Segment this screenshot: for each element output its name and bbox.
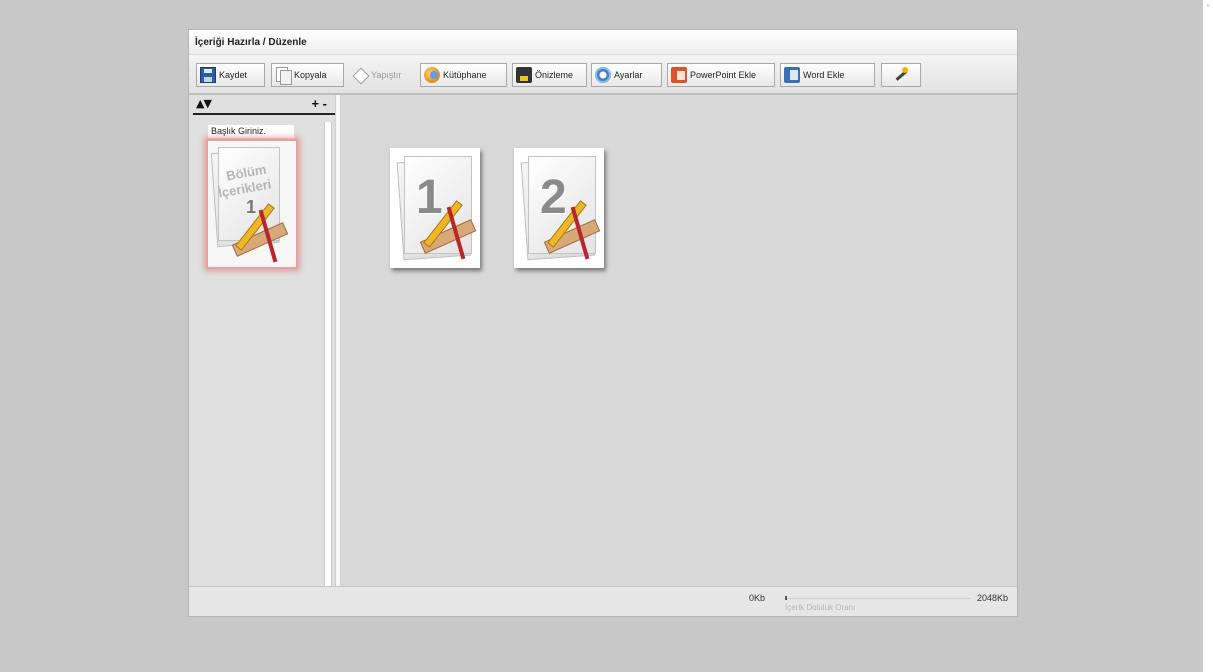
add-remove-section-buttons[interactable]: + - [311, 96, 327, 111]
page-scroll-strip [1203, 0, 1213, 672]
paste-button[interactable]: Yapıştır [349, 63, 417, 87]
wizard-button[interactable] [881, 63, 921, 87]
phone-preview-icon [516, 67, 532, 83]
capacity-progress-fill [785, 596, 787, 600]
sections-scrollbar[interactable] [324, 122, 332, 586]
sections-panel: ▲▼ + - Başlık Giriniz. Bölüm İçerikleri … [189, 95, 341, 586]
title-bar: İçeriği Hazırla / Düzenle [189, 30, 1017, 55]
preview-button[interactable]: Önizleme [512, 63, 587, 87]
add-word-button[interactable]: Word Ekle [780, 63, 875, 87]
library-button[interactable]: Kütüphane [420, 63, 507, 87]
library-button-label: Kütüphane [443, 70, 487, 80]
preview-button-label: Önizleme [535, 70, 574, 80]
floppy-disk-icon [200, 67, 216, 83]
copy-button-label: Kopyala [294, 70, 327, 80]
scroll-up-marker[interactable]: ˄ [1206, 4, 1210, 13]
copy-pages-icon [275, 67, 292, 85]
sections-panel-header: ▲▼ + - [193, 96, 335, 115]
pages-area: 1 2 [341, 95, 1017, 586]
section-item[interactable]: Başlık Giriniz. Bölüm İçerikleri 1 [206, 125, 302, 273]
add-powerpoint-button[interactable]: PowerPoint Ekle [667, 63, 775, 87]
settings-button-label: Ayarlar [614, 70, 643, 80]
page-thumbnail-1[interactable]: 1 [390, 148, 480, 268]
section-title[interactable]: Başlık Giriniz. [208, 125, 294, 138]
capacity-progress-bar [785, 596, 971, 600]
status-bar: 0Kb 2048Kb İçerik Doluluk Oranı [189, 586, 1017, 616]
save-button-label: Kaydet [219, 70, 248, 80]
paste-diamond-icon [352, 67, 368, 83]
powerpoint-icon [671, 67, 687, 83]
save-button[interactable]: Kaydet [196, 63, 265, 87]
capacity-min-label: 0Kb [749, 593, 766, 603]
magic-wand-icon [893, 67, 909, 83]
paste-button-label: Yapıştır [371, 70, 402, 80]
sections-scrollbar-outer[interactable] [335, 95, 340, 586]
design-tools-icon [416, 200, 477, 264]
page-thumbnail-2[interactable]: 2 [514, 148, 604, 268]
gear-icon [595, 67, 611, 83]
library-icon [424, 67, 440, 83]
content-editor-window: İçeriği Hazırla / Düzenle Kaydet Kopyala… [188, 29, 1018, 617]
add-powerpoint-button-label: PowerPoint Ekle [690, 70, 757, 80]
add-word-button-label: Word Ekle [803, 70, 845, 80]
window-title: İçeriği Hazırla / Düzenle [195, 37, 307, 48]
copy-button[interactable]: Kopyala [271, 63, 344, 87]
capacity-max-label: 2048Kb [977, 593, 1009, 603]
section-thumbnail[interactable]: Bölüm İçerikleri 1 [206, 139, 298, 269]
design-tools-icon [228, 203, 289, 267]
settings-button[interactable]: Ayarlar [591, 63, 662, 87]
capacity-caption: İçerik Doluluk Oranı [785, 603, 856, 612]
word-icon [784, 67, 800, 83]
reorder-arrows[interactable]: ▲▼ [196, 97, 212, 110]
toolbar: Kaydet Kopyala Yapıştır Kütüphane Önizle… [189, 55, 1017, 95]
design-tools-icon [540, 200, 601, 264]
